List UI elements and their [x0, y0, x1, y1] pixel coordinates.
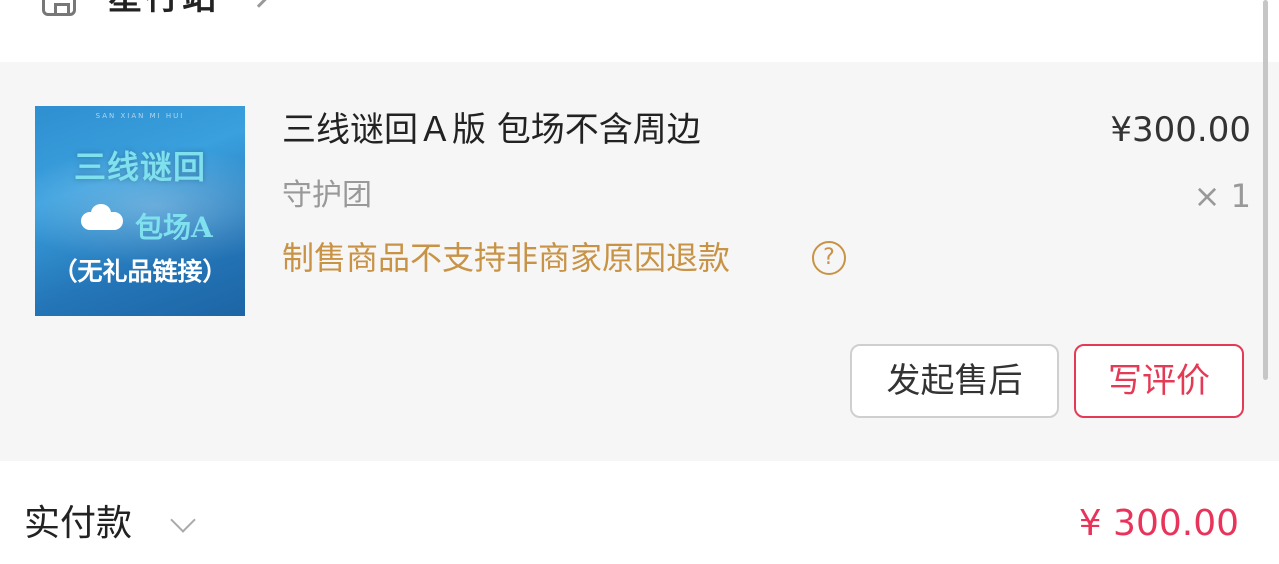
payment-label: 实付款 — [24, 503, 133, 544]
thumbnail-subtitle: 包场A — [135, 211, 213, 244]
chevron-down-icon[interactable] — [170, 507, 196, 533]
cloud-icon — [81, 204, 123, 230]
thumbnail-small-text: SAN XIAN MI HUI — [95, 112, 185, 120]
shop-icon — [42, 0, 76, 16]
product-card[interactable]: SAN XIAN MI HUI 三线谜回 包场A （无礼品链接） 三线谜回Ａ版 … — [0, 62, 1279, 461]
payment-row[interactable]: 实付款 ¥ 300.00 — [0, 461, 1279, 564]
chevron-right-icon — [246, 0, 272, 8]
refund-policy-note: 制售商品不支持非商家原因退款 — [282, 239, 731, 277]
product-variant: 守护团 — [282, 178, 372, 213]
shop-header[interactable]: 星行站 — [0, 0, 1279, 62]
product-thumbnail[interactable]: SAN XIAN MI HUI 三线谜回 包场A （无礼品链接） — [35, 106, 245, 316]
scrollbar[interactable] — [1263, 0, 1268, 380]
thumbnail-title: 三线谜回 — [73, 148, 206, 186]
write-review-button[interactable]: 写评价 — [1074, 344, 1244, 418]
order-detail-page: 星行站 SAN XIAN MI HUI 三线谜回 包场A （无礼品链接） 三线谜… — [0, 0, 1279, 564]
product-quantity: × 1 — [1193, 177, 1251, 215]
thumbnail-note: （无礼品链接） — [52, 257, 228, 286]
payment-amount: ¥ 300.00 — [1078, 503, 1239, 544]
after-sale-button[interactable]: 发起售后 — [850, 344, 1059, 418]
product-title[interactable]: 三线谜回Ａ版 包场不含周边 — [282, 108, 701, 152]
product-price: ¥300.00 — [1110, 110, 1251, 150]
help-icon[interactable]: ? — [812, 241, 846, 275]
shop-name[interactable]: 星行站 — [108, 0, 219, 20]
